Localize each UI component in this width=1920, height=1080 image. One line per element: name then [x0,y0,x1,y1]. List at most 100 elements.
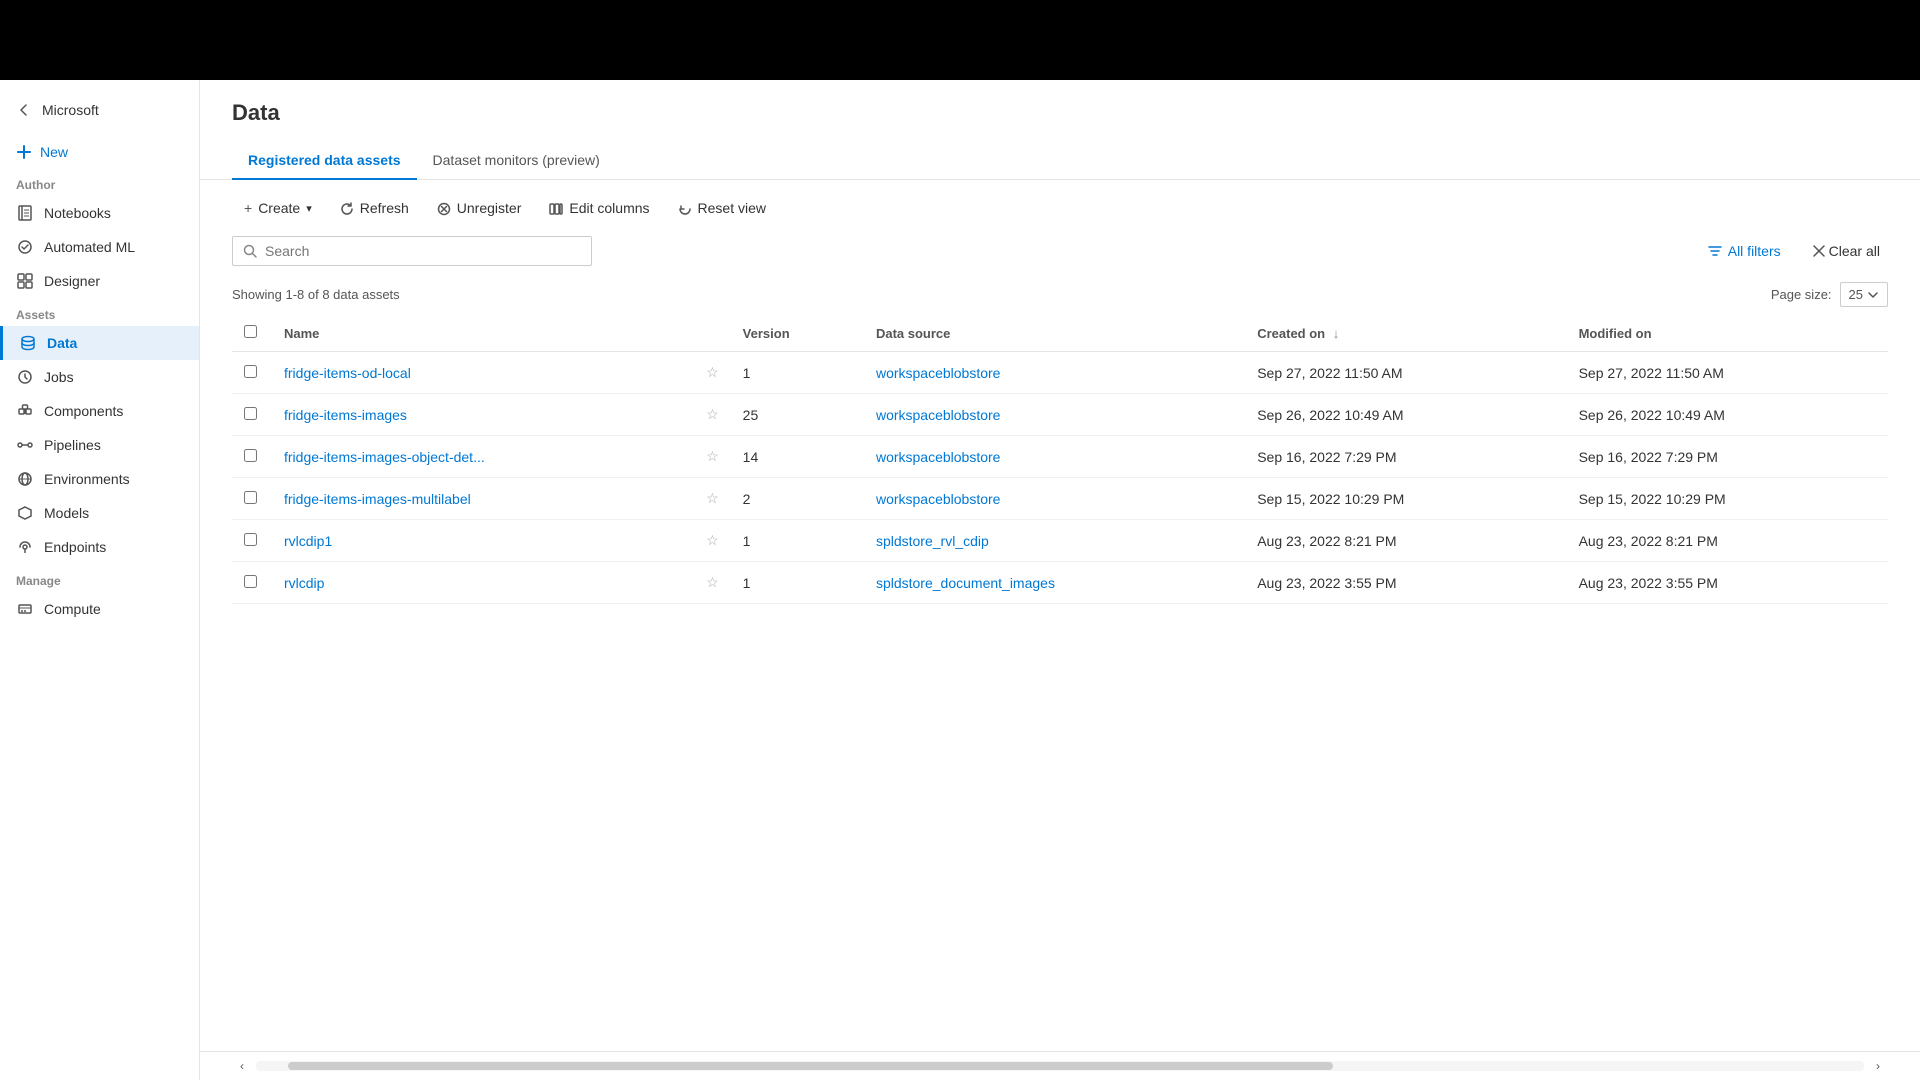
pipelines-icon [16,436,34,454]
table-row: rvlcdip ☆ 1 spldstore_document_images Au… [232,562,1888,604]
sidebar-item-automated-ml[interactable]: Automated ML [0,230,199,264]
row-created-on-5: Aug 23, 2022 3:55 PM [1245,562,1566,604]
row-checkbox-1[interactable] [232,394,272,436]
reset-view-button[interactable]: Reset view [666,194,778,222]
search-box[interactable] [232,236,592,266]
scrollbar-thumb[interactable] [288,1062,1333,1070]
col-version[interactable]: Version [731,315,864,352]
row-checkbox-4[interactable] [232,520,272,562]
microsoft-label: Microsoft [42,102,99,118]
search-input[interactable] [265,243,581,259]
page-size-select[interactable]: 25 [1840,282,1888,307]
datasource-link-3[interactable]: workspaceblobstore [876,491,1001,507]
sidebar-item-designer[interactable]: Designer [0,264,199,298]
plus-small-icon: + [244,200,252,216]
models-label: Models [44,505,89,521]
row-checkbox-0[interactable] [232,352,272,394]
datasource-link-0[interactable]: workspaceblobstore [876,365,1001,381]
scroll-right-button[interactable]: › [1868,1056,1888,1076]
row-datasource-5: spldstore_document_images [864,562,1245,604]
datasource-link-2[interactable]: workspaceblobstore [876,449,1001,465]
name-link-3[interactable]: fridge-items-images-multilabel [284,491,471,507]
row-version-3: 2 [731,478,864,520]
components-icon [16,402,34,420]
horizontal-scrollbar[interactable] [256,1061,1864,1071]
sidebar-item-endpoints[interactable]: Endpoints [0,530,199,564]
sidebar-item-notebooks[interactable]: Notebooks [0,196,199,230]
showing-text: Showing 1-8 of 8 data assets [232,287,400,302]
name-link-5[interactable]: rvlcdip [284,575,324,591]
back-icon [16,102,32,118]
datasource-link-5[interactable]: spldstore_document_images [876,575,1055,591]
tab-monitors[interactable]: Dataset monitors (preview) [417,142,616,180]
models-icon [16,504,34,522]
col-checkbox[interactable] [232,315,272,352]
col-created-on[interactable]: Created on ↓ [1245,315,1566,352]
row-datasource-2: workspaceblobstore [864,436,1245,478]
row-modified-on-5: Aug 23, 2022 3:55 PM [1567,562,1888,604]
edit-columns-button[interactable]: Edit columns [537,194,661,222]
endpoints-icon [16,538,34,556]
sidebar-item-jobs[interactable]: Jobs [0,360,199,394]
sidebar-item-models[interactable]: Models [0,496,199,530]
page-size-control: Page size: 25 [1771,282,1888,307]
row-checkbox-5[interactable] [232,562,272,604]
author-section-label: Author [0,168,199,196]
col-star [694,315,731,352]
sidebar-item-data[interactable]: Data [0,326,199,360]
environments-icon [16,470,34,488]
name-link-1[interactable]: fridge-items-images [284,407,407,423]
row-datasource-4: spldstore_rvl_cdip [864,520,1245,562]
col-modified-on[interactable]: Modified on [1567,315,1888,352]
edit-columns-icon [549,200,563,216]
reset-icon [678,200,692,216]
tabs-bar: Registered data assets Dataset monitors … [200,142,1920,180]
col-name[interactable]: Name [272,315,694,352]
sidebar-item-environments[interactable]: Environments [0,462,199,496]
row-checkbox-2[interactable] [232,436,272,478]
row-star-2[interactable]: ☆ [694,436,731,478]
manage-section-label: Manage [0,564,199,592]
notebook-icon [16,204,34,222]
data-icon [19,334,37,352]
row-star-0[interactable]: ☆ [694,352,731,394]
datasource-link-1[interactable]: workspaceblobstore [876,407,1001,423]
create-dropdown-icon: ▾ [306,202,312,215]
filter-row: All filters Clear all [200,236,1920,278]
create-button[interactable]: + Create ▾ [232,194,324,222]
environments-label: Environments [44,471,130,487]
name-link-0[interactable]: fridge-items-od-local [284,365,411,381]
refresh-button[interactable]: Refresh [328,194,421,222]
select-all-checkbox[interactable] [244,325,257,338]
datasource-link-4[interactable]: spldstore_rvl_cdip [876,533,989,549]
sidebar-item-pipelines[interactable]: Pipelines [0,428,199,462]
row-name-4: rvlcdip1 [272,520,694,562]
row-star-1[interactable]: ☆ [694,394,731,436]
main-content: Data Registered data assets Dataset moni… [200,80,1920,1080]
row-datasource-3: workspaceblobstore [864,478,1245,520]
row-modified-on-3: Sep 15, 2022 10:29 PM [1567,478,1888,520]
name-link-4[interactable]: rvlcdip1 [284,533,332,549]
clear-all-button[interactable]: Clear all [1805,237,1888,265]
row-star-3[interactable]: ☆ [694,478,731,520]
row-modified-on-2: Sep 16, 2022 7:29 PM [1567,436,1888,478]
unregister-button[interactable]: Unregister [425,194,534,222]
sidebar-item-components[interactable]: Components [0,394,199,428]
tab-registered[interactable]: Registered data assets [232,142,417,180]
row-star-4[interactable]: ☆ [694,520,731,562]
scroll-left-button[interactable]: ‹ [232,1056,252,1076]
new-button[interactable]: New [0,136,199,168]
table-info: Showing 1-8 of 8 data assets Page size: … [200,278,1920,315]
col-datasource[interactable]: Data source [864,315,1245,352]
all-filters-button[interactable]: All filters [1696,237,1793,265]
sidebar-item-compute[interactable]: Compute [0,592,199,626]
row-created-on-4: Aug 23, 2022 8:21 PM [1245,520,1566,562]
name-link-2[interactable]: fridge-items-images-object-det... [284,449,485,465]
row-checkbox-3[interactable] [232,478,272,520]
row-name-3: fridge-items-images-multilabel [272,478,694,520]
row-star-5[interactable]: ☆ [694,562,731,604]
table-row: fridge-items-images ☆ 25 workspaceblobst… [232,394,1888,436]
row-datasource-1: workspaceblobstore [864,394,1245,436]
compute-icon [16,600,34,618]
microsoft-logo[interactable]: Microsoft [0,92,199,136]
